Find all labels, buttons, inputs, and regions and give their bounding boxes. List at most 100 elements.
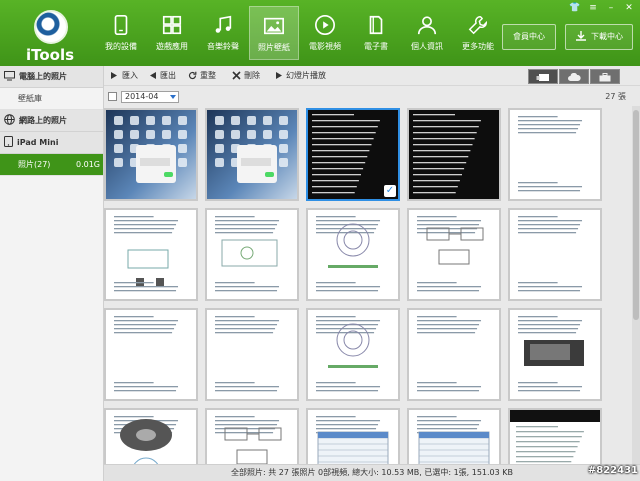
photo-thumbnail[interactable]: ✓ [306,108,400,201]
sidebar-section-web[interactable]: 網路上的照片 [0,110,103,132]
photo-thumbnail[interactable] [104,408,198,464]
window-controls: 👕 ≡ – ✕ [564,2,636,14]
scrollbar-thumb[interactable] [633,110,639,320]
selected-check-icon: ✓ [384,185,396,197]
grid-scrollbar[interactable] [632,106,640,464]
refresh-button[interactable]: 重整 [188,70,216,81]
chevron-down-icon [170,95,176,99]
nav-photos[interactable]: 照片壁紙 [249,6,299,60]
photo-thumbnail[interactable] [508,208,602,301]
photo-thumbnail[interactable] [407,308,501,401]
photo-thumbnail[interactable] [205,108,299,201]
import-button[interactable]: 匯入 [110,70,138,81]
member-center-button[interactable]: 會員中心 [502,24,556,50]
nav-video[interactable]: 電影視頻 [300,6,350,60]
sidebar: 電腦上的照片 壁紙庫 網路上的照片 iPad Mini 照片(27) 0.01G [0,66,104,481]
photo-thumbnail[interactable] [306,308,400,401]
photo-grid: ✓ [104,106,634,464]
ipad-icon [4,136,13,147]
globe-icon [4,114,15,125]
photo-thumbnail[interactable] [104,308,198,401]
nav-label: 更多功能 [462,42,494,51]
video-icon [315,15,335,35]
date-select-value: 2014-04 [125,92,159,101]
apps-icon [162,15,182,35]
nav-label: 電影視頻 [309,42,341,51]
nav-label: 我的設備 [105,42,137,51]
app-name: iTools [26,46,75,64]
nav-music[interactable]: 音樂鈴聲 [198,6,248,60]
sidebar-item-label: 照片(27) [18,160,51,169]
nav-label: 電子書 [364,42,388,51]
export-label: 匯出 [160,71,176,80]
nav-apps[interactable]: 遊戲應用 [147,6,197,60]
sidebar-section-label: 網路上的照片 [19,116,67,125]
filter-bar: 2014-04 27 張 [104,86,640,106]
sidebar-item-wallpaper-library[interactable]: 壁紙庫 [0,88,103,110]
photo-thumbnail[interactable] [407,208,501,301]
book-icon [369,15,383,35]
select-all-checkbox[interactable] [108,92,117,101]
photo-thumbnail[interactable] [306,408,400,464]
slideshow-button[interactable]: 幻燈片播放 [274,70,326,81]
download-center-label: 下載中心 [591,32,623,41]
refresh-label: 重整 [200,71,216,80]
gallery-icon [536,74,549,81]
photo-thumbnail[interactable] [306,208,400,301]
download-center-button[interactable]: 下載中心 [565,24,633,50]
toolbar: 匯入 匯出 重整 刪除 幻燈片播放 [104,66,640,86]
main-nav: 我的設備 遊戲應用 音樂鈴聲 照片壁紙 電影視頻 電子書 個人資訊 更多功能 [96,6,504,60]
nav-personal-info[interactable]: 個人資訊 [402,6,452,60]
import-label: 匯入 [122,71,138,80]
export-button[interactable]: 匯出 [148,70,176,81]
skin-icon[interactable]: 👕 [568,2,582,14]
nav-label: 遊戲應用 [156,42,188,51]
nav-ebooks[interactable]: 電子書 [351,6,401,60]
photo-thumbnail[interactable] [104,208,198,301]
delete-button[interactable]: 刪除 [232,70,260,81]
local-view-tab[interactable] [528,69,558,84]
phone-icon [114,15,128,35]
photo-thumbnail[interactable] [508,108,602,201]
photo-icon [264,17,284,35]
close-button[interactable]: ✕ [622,2,636,14]
photo-thumbnail[interactable] [508,308,602,401]
cloud-view-tab[interactable] [559,69,589,84]
minimize-button[interactable]: – [604,2,618,14]
import-icon [111,72,117,79]
logo-mark [34,10,68,44]
photo-count: 27 張 [605,92,626,101]
sidebar-section-pc[interactable]: 電腦上的照片 [0,66,103,88]
sidebar-section-device[interactable]: iPad Mini [0,132,103,154]
photo-thumbnail[interactable] [205,308,299,401]
watermark-text: #822431 [587,465,638,476]
briefcase-icon [599,73,611,82]
sidebar-item-label: 壁紙庫 [18,94,42,103]
monitor-icon [4,71,15,81]
download-icon [576,31,586,41]
nav-label: 音樂鈴聲 [207,42,239,51]
photo-thumbnail[interactable] [205,408,299,464]
delete-icon [232,71,241,80]
photo-thumbnail[interactable] [407,108,501,201]
nav-label: 個人資訊 [411,42,443,51]
nav-more[interactable]: 更多功能 [453,6,503,60]
sidebar-item-size: 0.01G [75,160,100,169]
photo-thumbnail[interactable] [508,408,602,464]
nav-my-device[interactable]: 我的設備 [96,6,146,60]
music-icon [215,15,232,33]
photo-thumbnail[interactable] [104,108,198,201]
slideshow-label: 幻燈片播放 [286,71,326,80]
photo-thumbnail[interactable] [205,208,299,301]
sidebar-section-label: 電腦上的照片 [19,72,67,81]
photo-thumbnail[interactable] [407,408,501,464]
menu-icon[interactable]: ≡ [586,2,600,14]
nav-label: 照片壁紙 [258,43,290,52]
top-bar: iTools 我的設備 遊戲應用 音樂鈴聲 照片壁紙 電影視頻 電子書 個人資訊… [0,0,640,66]
sidebar-item-photos[interactable]: 照片(27) 0.01G [0,154,103,176]
play-icon [276,72,282,79]
export-icon [150,72,156,79]
briefcase-view-tab[interactable] [590,69,620,84]
view-toggle [528,69,621,84]
date-select[interactable]: 2014-04 [121,91,179,103]
